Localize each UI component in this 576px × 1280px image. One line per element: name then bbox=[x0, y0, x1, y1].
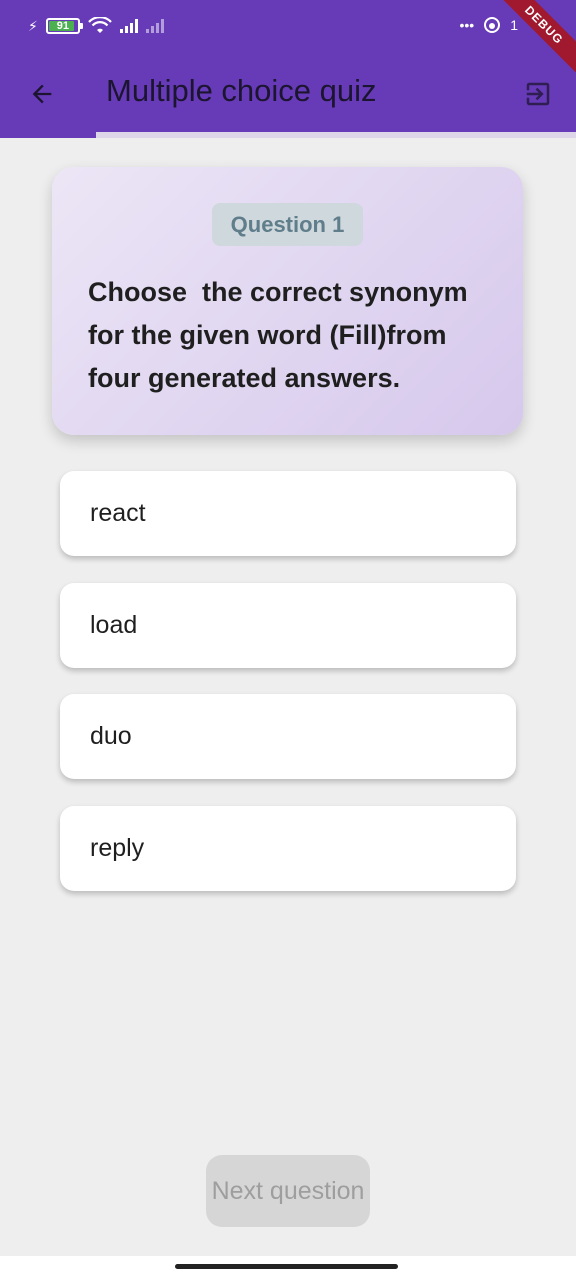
battery-icon: 91 bbox=[45, 18, 83, 34]
question-card: Question 1 Choose the correct synonym fo… bbox=[52, 167, 523, 435]
status-bar: ⚡ 91 ••• 1 bbox=[0, 0, 576, 56]
exit-to-app-icon bbox=[526, 82, 550, 106]
signal-no-service-icon bbox=[145, 19, 164, 33]
question-text: Choose the correct synonym for the given… bbox=[88, 277, 476, 393]
question-number-badge: Question 1 bbox=[212, 203, 363, 246]
page-title: Multiple choice quiz bbox=[106, 73, 377, 108]
status-time: 1 bbox=[510, 17, 518, 33]
status-right: ••• 1 bbox=[459, 17, 518, 33]
quiz-progress-fill bbox=[0, 132, 97, 138]
quiz-progress-bar bbox=[0, 132, 576, 138]
home-indicator[interactable] bbox=[175, 1264, 398, 1269]
signal-icon bbox=[119, 19, 138, 33]
more-dots-icon: ••• bbox=[459, 17, 475, 33]
wifi-icon bbox=[88, 17, 112, 33]
notification-icon bbox=[484, 17, 501, 33]
answer-option[interactable]: reply bbox=[60, 806, 516, 891]
arrow-back-icon bbox=[32, 84, 52, 104]
answer-option[interactable]: duo bbox=[60, 694, 516, 779]
charging-bolt-icon: ⚡ bbox=[28, 17, 38, 34]
answer-option[interactable]: react bbox=[60, 471, 516, 556]
app-bar: Multiple choice quiz bbox=[0, 56, 576, 132]
status-left: ⚡ 91 bbox=[28, 17, 164, 35]
system-nav-bar bbox=[0, 1256, 576, 1280]
answer-option[interactable]: load bbox=[60, 583, 516, 668]
exit-button[interactable] bbox=[516, 72, 560, 116]
next-question-button[interactable]: Next question bbox=[206, 1155, 370, 1227]
back-button[interactable] bbox=[20, 72, 64, 116]
battery-level-text: 91 bbox=[56, 19, 69, 32]
